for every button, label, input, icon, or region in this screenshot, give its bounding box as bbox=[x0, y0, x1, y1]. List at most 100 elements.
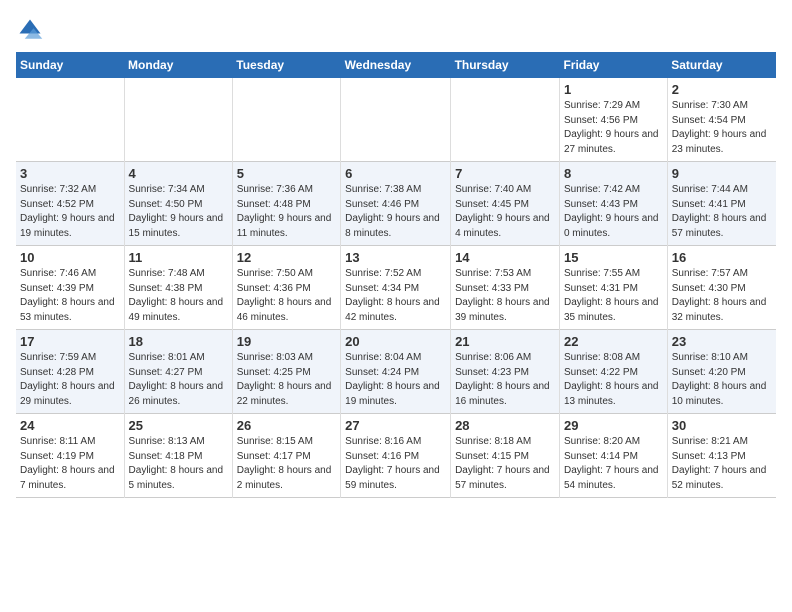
calendar-cell bbox=[341, 78, 451, 162]
calendar-cell: 6 Sunrise: 7:38 AM Sunset: 4:46 PM Daylig… bbox=[341, 162, 451, 246]
calendar-cell: 1 Sunrise: 7:29 AM Sunset: 4:56 PM Daylig… bbox=[559, 78, 667, 162]
header-sunday: Sunday bbox=[16, 52, 124, 78]
calendar-cell: 29 Sunrise: 8:20 AM Sunset: 4:14 PM Dayli… bbox=[559, 414, 667, 498]
day-number: 2 bbox=[672, 82, 772, 97]
calendar-cell: 14 Sunrise: 7:53 AM Sunset: 4:33 PM Dayli… bbox=[451, 246, 560, 330]
day-number: 15 bbox=[564, 250, 663, 265]
day-number: 8 bbox=[564, 166, 663, 181]
calendar-cell: 4 Sunrise: 7:34 AM Sunset: 4:50 PM Daylig… bbox=[124, 162, 232, 246]
day-info: Sunrise: 7:48 AM Sunset: 4:38 PM Dayligh… bbox=[129, 267, 228, 325]
day-info: Sunrise: 7:32 AM Sunset: 4:52 PM Dayligh… bbox=[20, 183, 120, 241]
day-number: 28 bbox=[455, 418, 555, 433]
calendar-cell: 9Sunrise: 7:44 AM Sunset: 4:41 PM Daylig… bbox=[667, 162, 776, 246]
day-info: Sunrise: 8:20 AM Sunset: 4:14 PM Dayligh… bbox=[564, 435, 663, 493]
header-tuesday: Tuesday bbox=[232, 52, 340, 78]
calendar-cell: 13Sunrise: 7:52 AM Sunset: 4:34 PM Dayli… bbox=[341, 246, 451, 330]
day-number: 25 bbox=[129, 418, 228, 433]
calendar-cell: 8 Sunrise: 7:42 AM Sunset: 4:43 PM Daylig… bbox=[559, 162, 667, 246]
day-info: Sunrise: 8:15 AM Sunset: 4:17 PM Dayligh… bbox=[237, 435, 336, 493]
calendar-cell: 11 Sunrise: 7:48 AM Sunset: 4:38 PM Dayli… bbox=[124, 246, 232, 330]
day-info: Sunrise: 7:53 AM Sunset: 4:33 PM Dayligh… bbox=[455, 267, 555, 325]
header-monday: Monday bbox=[124, 52, 232, 78]
day-number: 18 bbox=[129, 334, 228, 349]
calendar-cell: 3 Sunrise: 7:32 AM Sunset: 4:52 PM Daylig… bbox=[16, 162, 124, 246]
calendar-cell: 18Sunrise: 8:01 AM Sunset: 4:27 PM Dayli… bbox=[124, 330, 232, 414]
day-info: Sunrise: 7:29 AM Sunset: 4:56 PM Dayligh… bbox=[564, 99, 663, 157]
day-number: 30 bbox=[672, 418, 772, 433]
day-info: Sunrise: 8:16 AM Sunset: 4:16 PM Dayligh… bbox=[345, 435, 446, 493]
calendar-table: SundayMondayTuesdayWednesdayThursdayFrid… bbox=[16, 52, 776, 498]
calendar-cell: 22 Sunrise: 8:08 AM Sunset: 4:22 PM Dayli… bbox=[559, 330, 667, 414]
logo-icon bbox=[16, 16, 44, 44]
day-info: Sunrise: 7:50 AM Sunset: 4:36 PM Dayligh… bbox=[237, 267, 336, 325]
day-info: Sunrise: 7:55 AM Sunset: 4:31 PM Dayligh… bbox=[564, 267, 663, 325]
day-number: 13 bbox=[345, 250, 446, 265]
calendar-cell bbox=[451, 78, 560, 162]
calendar-cell: 25 Sunrise: 8:13 AM Sunset: 4:18 PM Dayli… bbox=[124, 414, 232, 498]
day-number: 27 bbox=[345, 418, 446, 433]
day-info: Sunrise: 8:13 AM Sunset: 4:18 PM Dayligh… bbox=[129, 435, 228, 493]
day-number: 3 bbox=[20, 166, 120, 181]
day-info: Sunrise: 7:34 AM Sunset: 4:50 PM Dayligh… bbox=[129, 183, 228, 241]
calendar-cell: 7 Sunrise: 7:40 AM Sunset: 4:45 PM Daylig… bbox=[451, 162, 560, 246]
calendar-cell: 21Sunrise: 8:06 AM Sunset: 4:23 PM Dayli… bbox=[451, 330, 560, 414]
header-friday: Friday bbox=[559, 52, 667, 78]
calendar-week-1: 1 Sunrise: 7:29 AM Sunset: 4:56 PM Daylig… bbox=[16, 78, 776, 162]
day-info: Sunrise: 8:10 AM Sunset: 4:20 PM Dayligh… bbox=[672, 351, 772, 409]
day-info: Sunrise: 8:03 AM Sunset: 4:25 PM Dayligh… bbox=[237, 351, 336, 409]
calendar-week-5: 24Sunrise: 8:11 AM Sunset: 4:19 PM Dayli… bbox=[16, 414, 776, 498]
calendar-cell: 20 Sunrise: 8:04 AM Sunset: 4:24 PM Dayli… bbox=[341, 330, 451, 414]
day-number: 16 bbox=[672, 250, 772, 265]
calendar-cell: 26 Sunrise: 8:15 AM Sunset: 4:17 PM Dayli… bbox=[232, 414, 340, 498]
day-info: Sunrise: 7:30 AM Sunset: 4:54 PM Dayligh… bbox=[672, 99, 772, 157]
day-info: Sunrise: 7:38 AM Sunset: 4:46 PM Dayligh… bbox=[345, 183, 446, 241]
day-info: Sunrise: 7:36 AM Sunset: 4:48 PM Dayligh… bbox=[237, 183, 336, 241]
day-number: 26 bbox=[237, 418, 336, 433]
calendar-week-2: 3 Sunrise: 7:32 AM Sunset: 4:52 PM Daylig… bbox=[16, 162, 776, 246]
day-info: Sunrise: 8:04 AM Sunset: 4:24 PM Dayligh… bbox=[345, 351, 446, 409]
header-saturday: Saturday bbox=[667, 52, 776, 78]
day-number: 11 bbox=[129, 250, 228, 265]
header-thursday: Thursday bbox=[451, 52, 560, 78]
day-number: 5 bbox=[237, 166, 336, 181]
day-info: Sunrise: 7:42 AM Sunset: 4:43 PM Dayligh… bbox=[564, 183, 663, 241]
logo bbox=[16, 16, 48, 44]
calendar-cell: 17 Sunrise: 7:59 AM Sunset: 4:28 PM Dayli… bbox=[16, 330, 124, 414]
day-number: 17 bbox=[20, 334, 120, 349]
day-number: 22 bbox=[564, 334, 663, 349]
day-number: 7 bbox=[455, 166, 555, 181]
calendar-week-4: 17 Sunrise: 7:59 AM Sunset: 4:28 PM Dayli… bbox=[16, 330, 776, 414]
day-info: Sunrise: 8:18 AM Sunset: 4:15 PM Dayligh… bbox=[455, 435, 555, 493]
day-number: 10 bbox=[20, 250, 120, 265]
day-number: 9 bbox=[672, 166, 772, 181]
day-info: Sunrise: 8:08 AM Sunset: 4:22 PM Dayligh… bbox=[564, 351, 663, 409]
calendar-cell: 19Sunrise: 8:03 AM Sunset: 4:25 PM Dayli… bbox=[232, 330, 340, 414]
day-info: Sunrise: 7:40 AM Sunset: 4:45 PM Dayligh… bbox=[455, 183, 555, 241]
day-info: Sunrise: 7:57 AM Sunset: 4:30 PM Dayligh… bbox=[672, 267, 772, 325]
calendar-cell: 23 Sunrise: 8:10 AM Sunset: 4:20 PM Dayli… bbox=[667, 330, 776, 414]
day-number: 21 bbox=[455, 334, 555, 349]
day-number: 23 bbox=[672, 334, 772, 349]
calendar-cell bbox=[232, 78, 340, 162]
day-number: 1 bbox=[564, 82, 663, 97]
calendar-cell: 24Sunrise: 8:11 AM Sunset: 4:19 PM Dayli… bbox=[16, 414, 124, 498]
calendar-cell: 12 Sunrise: 7:50 AM Sunset: 4:36 PM Dayli… bbox=[232, 246, 340, 330]
calendar-cell: 10 Sunrise: 7:46 AM Sunset: 4:39 PM Dayli… bbox=[16, 246, 124, 330]
day-info: Sunrise: 7:59 AM Sunset: 4:28 PM Dayligh… bbox=[20, 351, 120, 409]
day-info: Sunrise: 8:11 AM Sunset: 4:19 PM Dayligh… bbox=[20, 435, 120, 493]
day-number: 14 bbox=[455, 250, 555, 265]
day-number: 6 bbox=[345, 166, 446, 181]
day-info: Sunrise: 7:46 AM Sunset: 4:39 PM Dayligh… bbox=[20, 267, 120, 325]
calendar-cell: 15 Sunrise: 7:55 AM Sunset: 4:31 PM Dayli… bbox=[559, 246, 667, 330]
page-header bbox=[16, 16, 776, 44]
calendar-cell: 27 Sunrise: 8:16 AM Sunset: 4:16 PM Dayli… bbox=[341, 414, 451, 498]
day-info: Sunrise: 8:21 AM Sunset: 4:13 PM Dayligh… bbox=[672, 435, 772, 493]
day-number: 20 bbox=[345, 334, 446, 349]
header-wednesday: Wednesday bbox=[341, 52, 451, 78]
calendar-cell bbox=[16, 78, 124, 162]
day-number: 12 bbox=[237, 250, 336, 265]
day-number: 4 bbox=[129, 166, 228, 181]
calendar-header-row: SundayMondayTuesdayWednesdayThursdayFrid… bbox=[16, 52, 776, 78]
day-number: 29 bbox=[564, 418, 663, 433]
calendar-cell: 16 Sunrise: 7:57 AM Sunset: 4:30 PM Dayli… bbox=[667, 246, 776, 330]
